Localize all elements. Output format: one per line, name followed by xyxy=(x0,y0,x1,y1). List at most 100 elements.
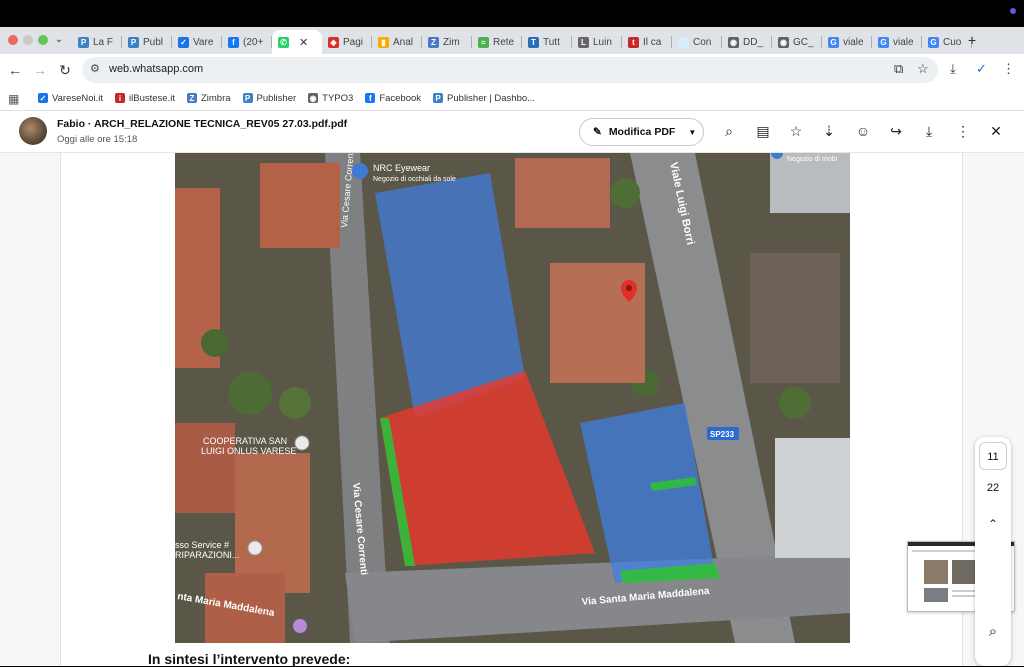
browser-menu-icon[interactable]: ⋮ xyxy=(1002,61,1015,77)
dropdown-caret-icon: ▼ xyxy=(688,127,697,137)
browser-tab[interactable]: Gviale xyxy=(822,30,872,54)
browser-tab[interactable]: ◉ DD_ xyxy=(722,30,772,54)
map-label-nrc: NRC Eyewear xyxy=(373,163,430,173)
whatsapp-icon: ✆ xyxy=(278,36,289,48)
page-navigator: 11 22 ⌃ ⌕ xyxy=(975,437,1011,666)
reload-icon[interactable]: ↻ xyxy=(55,60,75,80)
p-icon: P xyxy=(433,93,444,103)
browser-tab[interactable]: ◆ Pagi xyxy=(322,30,372,54)
map-label-cooperativa-2: LUIGI ONLUS VARESE xyxy=(201,446,296,456)
url-text: web.whatsapp.com xyxy=(109,63,204,75)
tab-label: Il ca xyxy=(643,36,662,48)
download-icon[interactable]: ⤓ xyxy=(920,122,938,140)
p-icon: P xyxy=(242,93,253,103)
browser-tab[interactable]: ✆ ✕ xyxy=(272,30,322,54)
tab-search-chevron-icon[interactable]: ⌄ xyxy=(52,33,66,47)
browser-tab[interactable]: Gviale xyxy=(872,30,922,54)
google-icon: G xyxy=(828,36,839,48)
bookmark-label: TYPO3 xyxy=(322,92,354,104)
pdf-viewer: Fabio · ARCH_RELAZIONE TECNICA_REV05 27.… xyxy=(0,111,1024,667)
bookmark-item[interactable]: P Publisher | Dashbo... xyxy=(433,90,535,106)
bookmark-item[interactable]: Z Zimbra xyxy=(186,90,231,106)
map-label-sp233: SP233 xyxy=(710,430,735,439)
file-name: Fabio · ARCH_RELAZIONE TECNICA_REV05 27.… xyxy=(57,118,348,130)
tab-close-icon[interactable]: ✕ xyxy=(299,36,308,49)
close-icon[interactable]: ✕ xyxy=(987,122,1005,140)
new-tab-button[interactable]: + xyxy=(968,32,976,48)
browser-tab[interactable]: Con xyxy=(672,30,722,54)
bookmark-label: Zimbra xyxy=(200,92,231,104)
tab-label: Zim xyxy=(443,36,460,48)
bookmark-item[interactable]: f Facebook xyxy=(365,90,421,106)
site-settings-icon[interactable]: ⚙ xyxy=(90,62,100,75)
browser-tab[interactable]: Z Zim xyxy=(422,30,472,54)
browser-tab[interactable]: P Publ xyxy=(122,30,172,54)
browser-tab[interactable]: ✓ Vare xyxy=(172,30,222,54)
tab-label: Con xyxy=(693,36,712,48)
bookmarks-bar: ▦ ✓ VareseNoi.it i ilBustese.it Z Zimbra P Publ… xyxy=(0,86,1024,111)
browser-tab[interactable]: P La F xyxy=(72,30,122,54)
globe-icon: ◉ xyxy=(728,36,739,48)
close-window-button[interactable] xyxy=(8,35,18,45)
tab-label: viale xyxy=(843,36,864,48)
browser-tab[interactable]: ▮ Anal xyxy=(372,30,422,54)
minimize-window-button[interactable] xyxy=(23,35,33,45)
apps-grid-icon[interactable]: ▦ xyxy=(8,92,19,106)
forward-icon[interactable]: ↪ xyxy=(887,122,905,140)
search-icon[interactable]: ⌕ xyxy=(720,122,738,140)
bookmark-item[interactable]: P Publisher xyxy=(242,90,296,106)
browser-tab[interactable]: ◉ GC_ xyxy=(772,30,822,54)
ib-icon: i xyxy=(115,93,126,103)
zoom-icon[interactable]: ⌕ xyxy=(975,623,1011,640)
tab-list: P La F P Publ ✓ Vare f (20+ ✆ ✕ ◆ Pagi ▮ Anal Z Zim ≈ Ret… xyxy=(72,30,972,54)
aerial-map-image: NRC Eyewear Negozio di occhiali da sole … xyxy=(175,153,850,643)
google-icon: G xyxy=(928,36,939,48)
bookmark-item[interactable]: ◉ TYPO3 xyxy=(308,90,353,106)
edit-pdf-button[interactable]: ✎ Modifica PDF ▼ xyxy=(579,118,704,146)
tab-label: Tutt xyxy=(543,36,560,48)
address-bar[interactable]: ⚙ web.whatsapp.com ⧉ ☆ xyxy=(82,57,938,83)
map-label-service-2: RIPARAZIONI... xyxy=(175,550,239,560)
previous-page-chevron-icon[interactable]: ⌃ xyxy=(975,517,1011,531)
l-icon: L xyxy=(578,36,589,48)
bookmark-list: ✓ VareseNoi.it i ilBustese.it Z Zimbra P Publis… xyxy=(38,90,535,106)
forward-arrow-icon[interactable]: → xyxy=(30,60,50,80)
browser-tab[interactable]: ≈ Rete xyxy=(472,30,522,54)
p-icon: P xyxy=(128,36,139,48)
pin-icon[interactable]: ⇣ xyxy=(820,122,838,140)
bookmark-star-icon[interactable]: ☆ xyxy=(917,61,929,77)
zoom-window-button[interactable] xyxy=(38,35,48,45)
bookmark-item[interactable]: ✓ VareseNoi.it xyxy=(38,90,103,106)
emoji-icon[interactable]: ☺ xyxy=(854,122,872,140)
tab-label: Publ xyxy=(143,36,164,48)
avatar[interactable] xyxy=(19,117,47,145)
zimbra-icon: Z xyxy=(186,93,197,103)
tab-label: viale xyxy=(893,36,914,48)
bookmark-label: Facebook xyxy=(379,92,422,104)
browser-tab[interactable]: G Cuo xyxy=(922,30,972,54)
globe-icon: ◉ xyxy=(778,36,789,48)
browser-tab[interactable]: t Il ca xyxy=(622,30,672,54)
browser-tab[interactable]: T Tutt xyxy=(522,30,572,54)
tab-label: Anal xyxy=(393,36,414,48)
menu-bar xyxy=(0,0,1024,27)
annotate-icon[interactable]: ▤ xyxy=(754,122,772,140)
star-icon[interactable]: ☆ xyxy=(787,122,805,140)
extension-check-icon[interactable]: ✓ xyxy=(976,61,987,77)
shield-icon: ◆ xyxy=(328,36,339,48)
total-pages: 22 xyxy=(986,482,1000,494)
browser-toolbar: ← → ↻ ⚙ web.whatsapp.com ⧉ ☆ ⤓ ✓ ⋮ xyxy=(0,54,1024,86)
install-app-icon[interactable]: ⧉ xyxy=(894,61,903,77)
back-arrow-icon[interactable]: ← xyxy=(5,60,25,80)
browser-tab[interactable]: L Luin xyxy=(572,30,622,54)
map-label-service-1: sso Service # xyxy=(175,540,229,550)
downloads-icon[interactable]: ⤓ xyxy=(950,61,956,77)
google-icon: G xyxy=(878,36,889,48)
bookmark-item[interactable]: i ilBustese.it xyxy=(115,90,175,106)
current-page-input[interactable]: 11 xyxy=(979,442,1007,470)
facebook-icon: f xyxy=(228,36,239,48)
more-options-icon[interactable]: ⋮ xyxy=(954,122,972,140)
check-icon: ✓ xyxy=(38,93,48,103)
browser-tab[interactable]: f (20+ xyxy=(222,30,272,54)
tab-label: DD_ xyxy=(743,36,764,48)
